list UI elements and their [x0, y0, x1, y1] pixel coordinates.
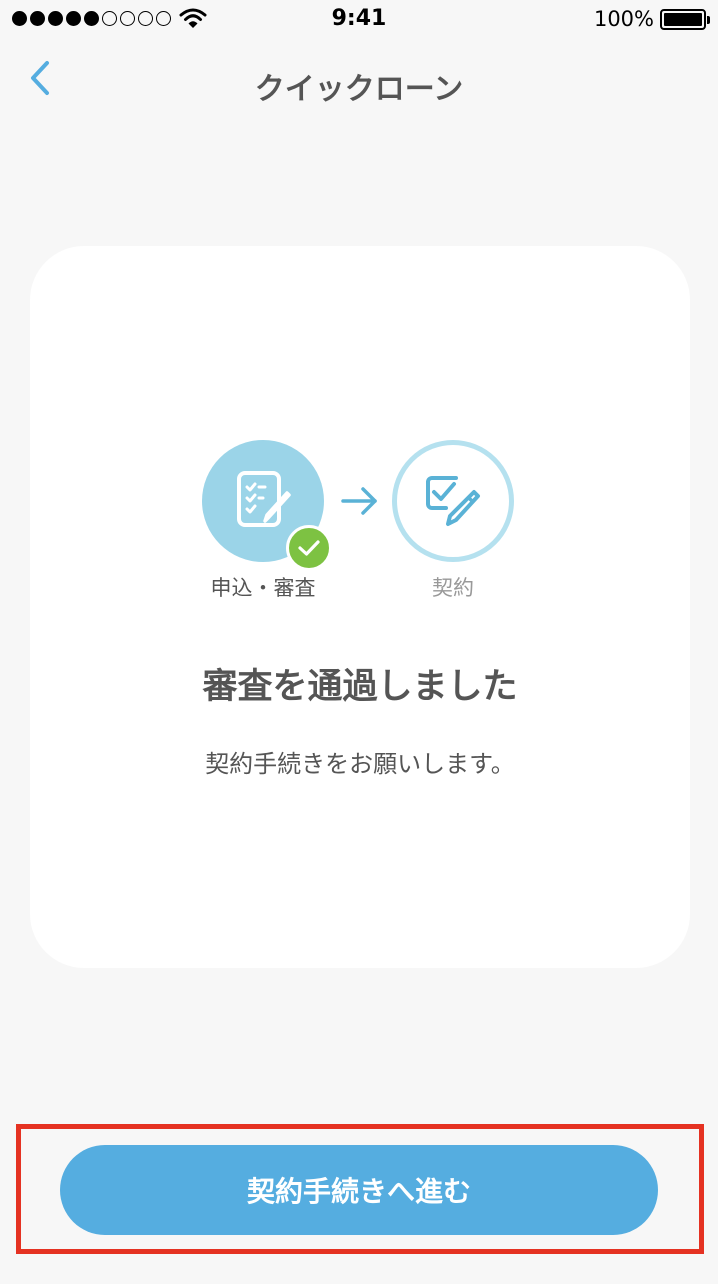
battery-percentage: 100%: [593, 7, 654, 31]
status-right: 100%: [593, 7, 710, 31]
proceed-to-contract-button[interactable]: 契約手続きへ進む: [60, 1145, 658, 1235]
navigation-bar: クイックローン: [0, 40, 718, 126]
result-subtitle: 契約手続きをお願いします。: [205, 750, 515, 778]
result-card: 申込・審査 契約 審査を通過しました 契約手続きをお願いします。: [30, 246, 690, 968]
contract-sign-icon: [426, 476, 480, 526]
status-bar: 9:41 100%: [0, 0, 718, 40]
application-form-icon: [237, 471, 291, 527]
arrow-right-icon: [341, 487, 377, 515]
progress-steps: 申込・審査 契約: [30, 440, 690, 610]
battery-icon: [660, 8, 710, 30]
step-application-review-label: 申込・審査: [210, 576, 316, 600]
completed-check-icon: [286, 525, 332, 571]
step-contract-label: 契約: [432, 576, 474, 600]
result-title: 審査を通過しました: [202, 667, 518, 707]
page-title: クイックローン: [254, 72, 464, 107]
step-contract: [392, 440, 514, 562]
